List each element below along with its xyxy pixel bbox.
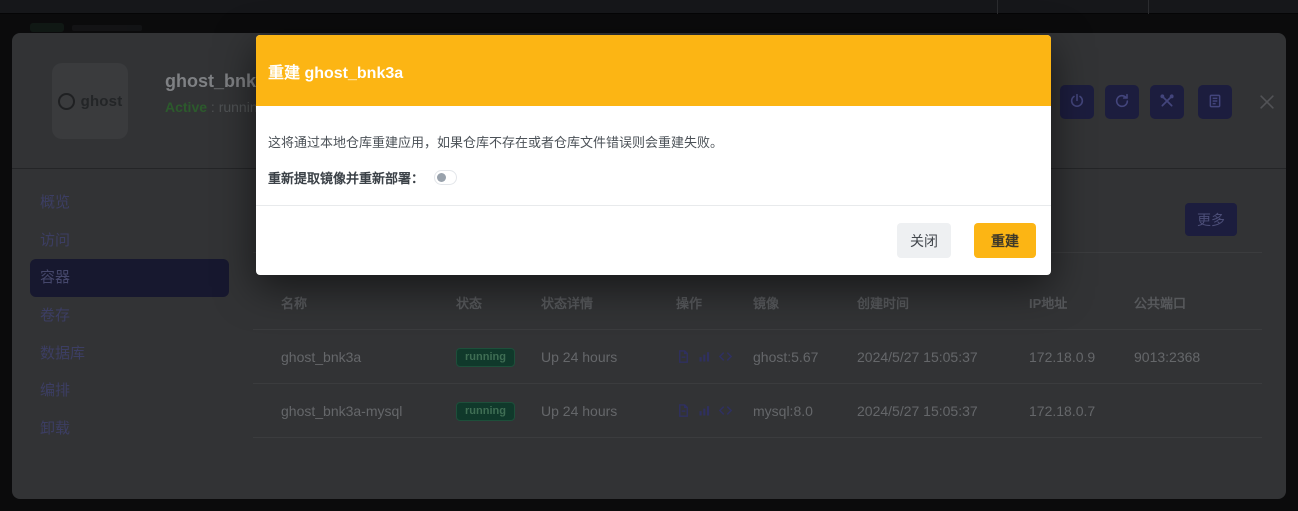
- modal-title: 重建 ghost_bnk3a: [268, 59, 403, 83]
- sidebar-item-uninstall[interactable]: 卸载: [30, 410, 229, 448]
- file-log-icon[interactable]: [676, 349, 691, 364]
- toggle-row: 重新提取镜像并重新部署：: [268, 168, 1039, 187]
- file-log-icon[interactable]: [676, 403, 691, 418]
- col-header-actions: 操作: [676, 293, 753, 312]
- panel-close-button[interactable]: [1255, 91, 1279, 115]
- dimmed-brand-logo: [30, 22, 160, 33]
- status-cell: running: [456, 347, 541, 367]
- status-cell: running: [456, 401, 541, 421]
- container-name: ghost_bnk3a: [281, 349, 456, 365]
- container-ip: 172.18.0.7: [1029, 403, 1134, 419]
- col-header-image: 镜像: [753, 293, 857, 312]
- modal-rebuild-button[interactable]: 重建: [974, 223, 1036, 258]
- tools-icon: [1159, 93, 1175, 112]
- sidebar-item-access[interactable]: 访问: [30, 222, 229, 260]
- close-icon: [1257, 92, 1277, 115]
- terminal-log-icon: [1207, 93, 1223, 112]
- stats-icon[interactable]: [697, 349, 712, 364]
- refresh-button[interactable]: [1105, 85, 1139, 119]
- col-header-status: 状态: [456, 293, 541, 312]
- more-button[interactable]: 更多: [1185, 203, 1237, 236]
- app-status: Active : running(: [165, 99, 270, 115]
- table-row: ghost_bnk3a running Up 24 hours ghost:5.…: [253, 330, 1262, 384]
- modal-footer: 关闭 重建: [256, 205, 1051, 275]
- modal-body: 这将通过本地仓库重建应用，如果仓库不存在或者仓库文件错误则会重建失败。 重新提取…: [256, 106, 1051, 187]
- row-actions: [676, 403, 753, 418]
- app-logo-box: ghost: [52, 63, 128, 139]
- modal-header: 重建 ghost_bnk3a: [256, 35, 1051, 106]
- sidebar-item-containers[interactable]: 容器: [30, 259, 229, 297]
- sidebar-item-volumes[interactable]: 卷存: [30, 297, 229, 335]
- table-row: ghost_bnk3a-mysql running Up 24 hours my…: [253, 384, 1262, 438]
- container-created: 2024/5/27 15:05:37: [857, 403, 1029, 419]
- status-badge: running: [456, 402, 515, 421]
- row-actions: [676, 349, 753, 364]
- ghost-logo-text: ghost: [81, 93, 123, 110]
- col-header-ports: 公共端口: [1134, 293, 1262, 312]
- power-icon: [1069, 93, 1085, 112]
- container-image: mysql:8.0: [753, 403, 857, 419]
- toggle-knob: [437, 173, 446, 182]
- containers-table: 名称 状态 状态详情 操作 镜像 创建时间 IP地址 公共端口 ghost_bn…: [253, 252, 1262, 438]
- screen: ghost ghost_bnk3a Active : running(: [0, 0, 1298, 511]
- col-header-status-detail: 状态详情: [541, 293, 676, 312]
- container-name: ghost_bnk3a-mysql: [281, 403, 456, 419]
- logo-text-dimmed: [72, 25, 142, 31]
- sidebar: 概览 访问 容器 卷存 数据库 编排 卸载: [30, 184, 229, 448]
- status-detail: Up 24 hours: [541, 403, 676, 419]
- repair-tools-button[interactable]: [1150, 85, 1184, 119]
- sidebar-item-compose[interactable]: 编排: [30, 372, 229, 410]
- pull-image-toggle[interactable]: [434, 170, 457, 185]
- modal-description: 这将通过本地仓库重建应用，如果仓库不存在或者仓库文件错误则会重建失败。: [268, 132, 1039, 151]
- container-ports: 9013:2368: [1134, 349, 1262, 365]
- status-active-label: Active: [165, 99, 207, 115]
- ghost-logo-icon: [58, 93, 75, 110]
- code-terminal-icon[interactable]: [718, 403, 733, 418]
- rebuild-modal: 重建 ghost_bnk3a 这将通过本地仓库重建应用，如果仓库不存在或者仓库文…: [256, 35, 1051, 275]
- modal-close-button[interactable]: 关闭: [897, 223, 951, 258]
- col-header-name: 名称: [281, 293, 456, 312]
- stats-icon[interactable]: [697, 403, 712, 418]
- code-terminal-icon[interactable]: [718, 349, 733, 364]
- status-badge: running: [456, 348, 515, 367]
- status-detail: Up 24 hours: [541, 349, 676, 365]
- container-ip: 172.18.0.9: [1029, 349, 1134, 365]
- col-header-created: 创建时间: [857, 293, 1029, 312]
- container-created: 2024/5/27 15:05:37: [857, 349, 1029, 365]
- refresh-icon: [1114, 93, 1130, 112]
- toggle-label: 重新提取镜像并重新部署：: [268, 168, 424, 187]
- logo-mark: [30, 23, 64, 32]
- power-button[interactable]: [1060, 85, 1094, 119]
- sidebar-item-database[interactable]: 数据库: [30, 335, 229, 373]
- logs-button[interactable]: [1198, 85, 1232, 119]
- sidebar-item-overview[interactable]: 概览: [30, 184, 229, 222]
- col-header-ip: IP地址: [1029, 293, 1134, 312]
- container-image: ghost:5.67: [753, 349, 857, 365]
- top-nav-bar-dimmed: [0, 0, 1298, 14]
- top-nav-separator: [997, 0, 998, 14]
- top-nav-separator: [1148, 0, 1149, 14]
